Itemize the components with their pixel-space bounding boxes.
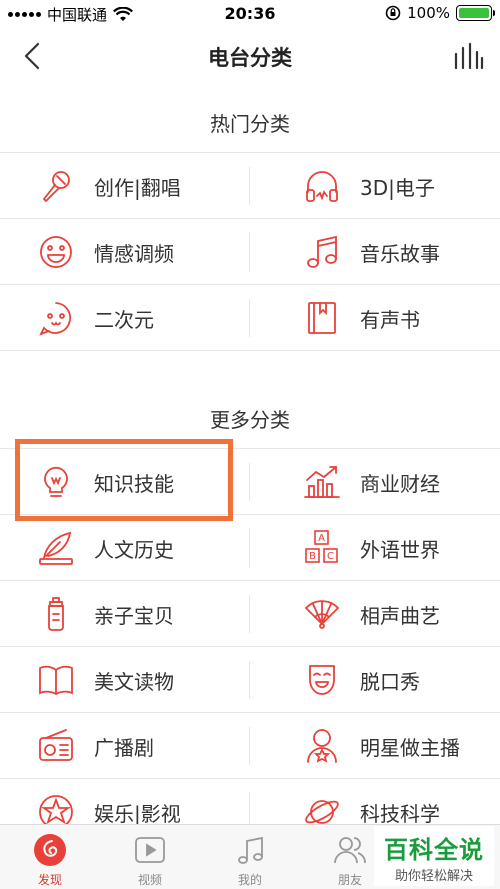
category-radio-drama[interactable]: 广播剧 (0, 713, 250, 779)
page-title: 电台分类 (208, 46, 292, 70)
radio-icon (39, 729, 73, 761)
tab-discover[interactable]: 发现 (0, 825, 100, 889)
category-music-story[interactable]: 音乐故事 (250, 219, 500, 285)
open-book-icon (39, 665, 73, 696)
tab-label: 视频 (137, 873, 162, 887)
category-row: 情感调频 音乐故事 (0, 219, 500, 285)
video-icon (135, 837, 165, 863)
category-foreign-languages[interactable]: ABC 外语世界 (250, 515, 500, 581)
category-row: 创作|翻唱 3D|电子 (0, 153, 500, 219)
microphone-icon (42, 171, 70, 203)
category-row: 二次元 有声书 (0, 285, 500, 351)
category-parenting[interactable]: 亲子宝贝 (0, 581, 250, 647)
category-label: 广播剧 (94, 735, 154, 760)
anime-face-icon (39, 302, 72, 336)
category-business-finance[interactable]: 商业财经 (250, 449, 500, 515)
status-bar: 中国联通 20:36 100% (0, 0, 500, 28)
friends-icon (334, 837, 366, 864)
category-label: 娱乐|影视 (94, 801, 181, 826)
hot-category-grid: 创作|翻唱 3D|电子 情感调频 音乐故事 二次元 有声书 (0, 152, 500, 351)
fan-icon (304, 600, 340, 629)
discover-icon (34, 834, 66, 866)
svg-text:B: B (309, 551, 316, 562)
category-row: 人文历史 ABC 外语世界 (0, 515, 500, 581)
equalizer-icon[interactable] (452, 40, 484, 72)
abc-blocks-icon: AB C (305, 530, 338, 563)
category-celebrity-host[interactable]: 明星做主播 (250, 713, 500, 779)
star-person-icon (307, 729, 337, 763)
svg-text:A: A (318, 533, 325, 544)
watermark: 百科全说 助你轻松解决 (374, 826, 494, 886)
svg-text:C: C (327, 551, 334, 562)
category-emotion-fm[interactable]: 情感调频 (0, 219, 250, 285)
category-anime[interactable]: 二次元 (0, 285, 250, 351)
status-right: 100% (385, 4, 495, 22)
smiley-icon (40, 236, 72, 268)
tab-label: 发现 (37, 873, 62, 887)
category-row: 美文读物 脱口秀 (0, 647, 500, 713)
book-icon (308, 302, 336, 334)
tab-label: 我的 (237, 873, 262, 887)
category-label: 商业财经 (360, 471, 440, 496)
quill-icon (39, 531, 73, 565)
tab-video[interactable]: 视频 (100, 825, 200, 889)
category-label: 有声书 (360, 307, 420, 332)
highlight-box (15, 439, 233, 521)
tab-mine[interactable]: 我的 (200, 825, 300, 889)
category-humanities-history[interactable]: 人文历史 (0, 515, 250, 581)
category-crosstalk[interactable]: 相声曲艺 (250, 581, 500, 647)
mask-icon (309, 665, 335, 695)
category-label: 脱口秀 (360, 669, 420, 694)
category-literature[interactable]: 美文读物 (0, 647, 250, 713)
watermark-subtitle: 助你轻松解决 (394, 869, 473, 884)
baby-bottle-icon (48, 597, 64, 631)
battery-icon (456, 5, 495, 21)
category-creation-cover[interactable]: 创作|翻唱 (0, 153, 250, 219)
music-icon (238, 836, 263, 864)
category-audiobook[interactable]: 有声书 (250, 285, 500, 351)
category-label: 二次元 (94, 307, 154, 332)
category-label: 情感调频 (94, 241, 174, 266)
category-label: 外语世界 (360, 537, 440, 562)
chart-icon (304, 466, 340, 498)
music-note-icon (307, 235, 337, 268)
category-label: 创作|翻唱 (94, 175, 181, 200)
category-label: 相声曲艺 (360, 603, 440, 628)
rotation-lock-icon (385, 5, 401, 21)
battery-percent: 100% (407, 4, 450, 22)
headphones-icon (306, 171, 338, 202)
category-label: 亲子宝贝 (94, 603, 174, 628)
category-3d-electronic[interactable]: 3D|电子 (250, 153, 500, 219)
tab-label: 朋友 (337, 873, 362, 887)
watermark-title: 百科全说 (384, 836, 484, 864)
nav-bar: 电台分类 (0, 28, 500, 84)
category-label: 3D|电子 (360, 175, 435, 200)
category-label: 音乐故事 (360, 241, 440, 266)
hot-section-title: 热门分类 (210, 112, 290, 136)
category-label: 科技科学 (360, 801, 440, 826)
more-section-title: 更多分类 (210, 408, 290, 432)
category-row: 亲子宝贝 相声曲艺 (0, 581, 500, 647)
category-label: 人文历史 (94, 537, 174, 562)
category-row: 广播剧 明星做主播 (0, 713, 500, 779)
category-label: 明星做主播 (360, 735, 460, 760)
category-talk-show[interactable]: 脱口秀 (250, 647, 500, 713)
category-label: 美文读物 (94, 669, 174, 694)
